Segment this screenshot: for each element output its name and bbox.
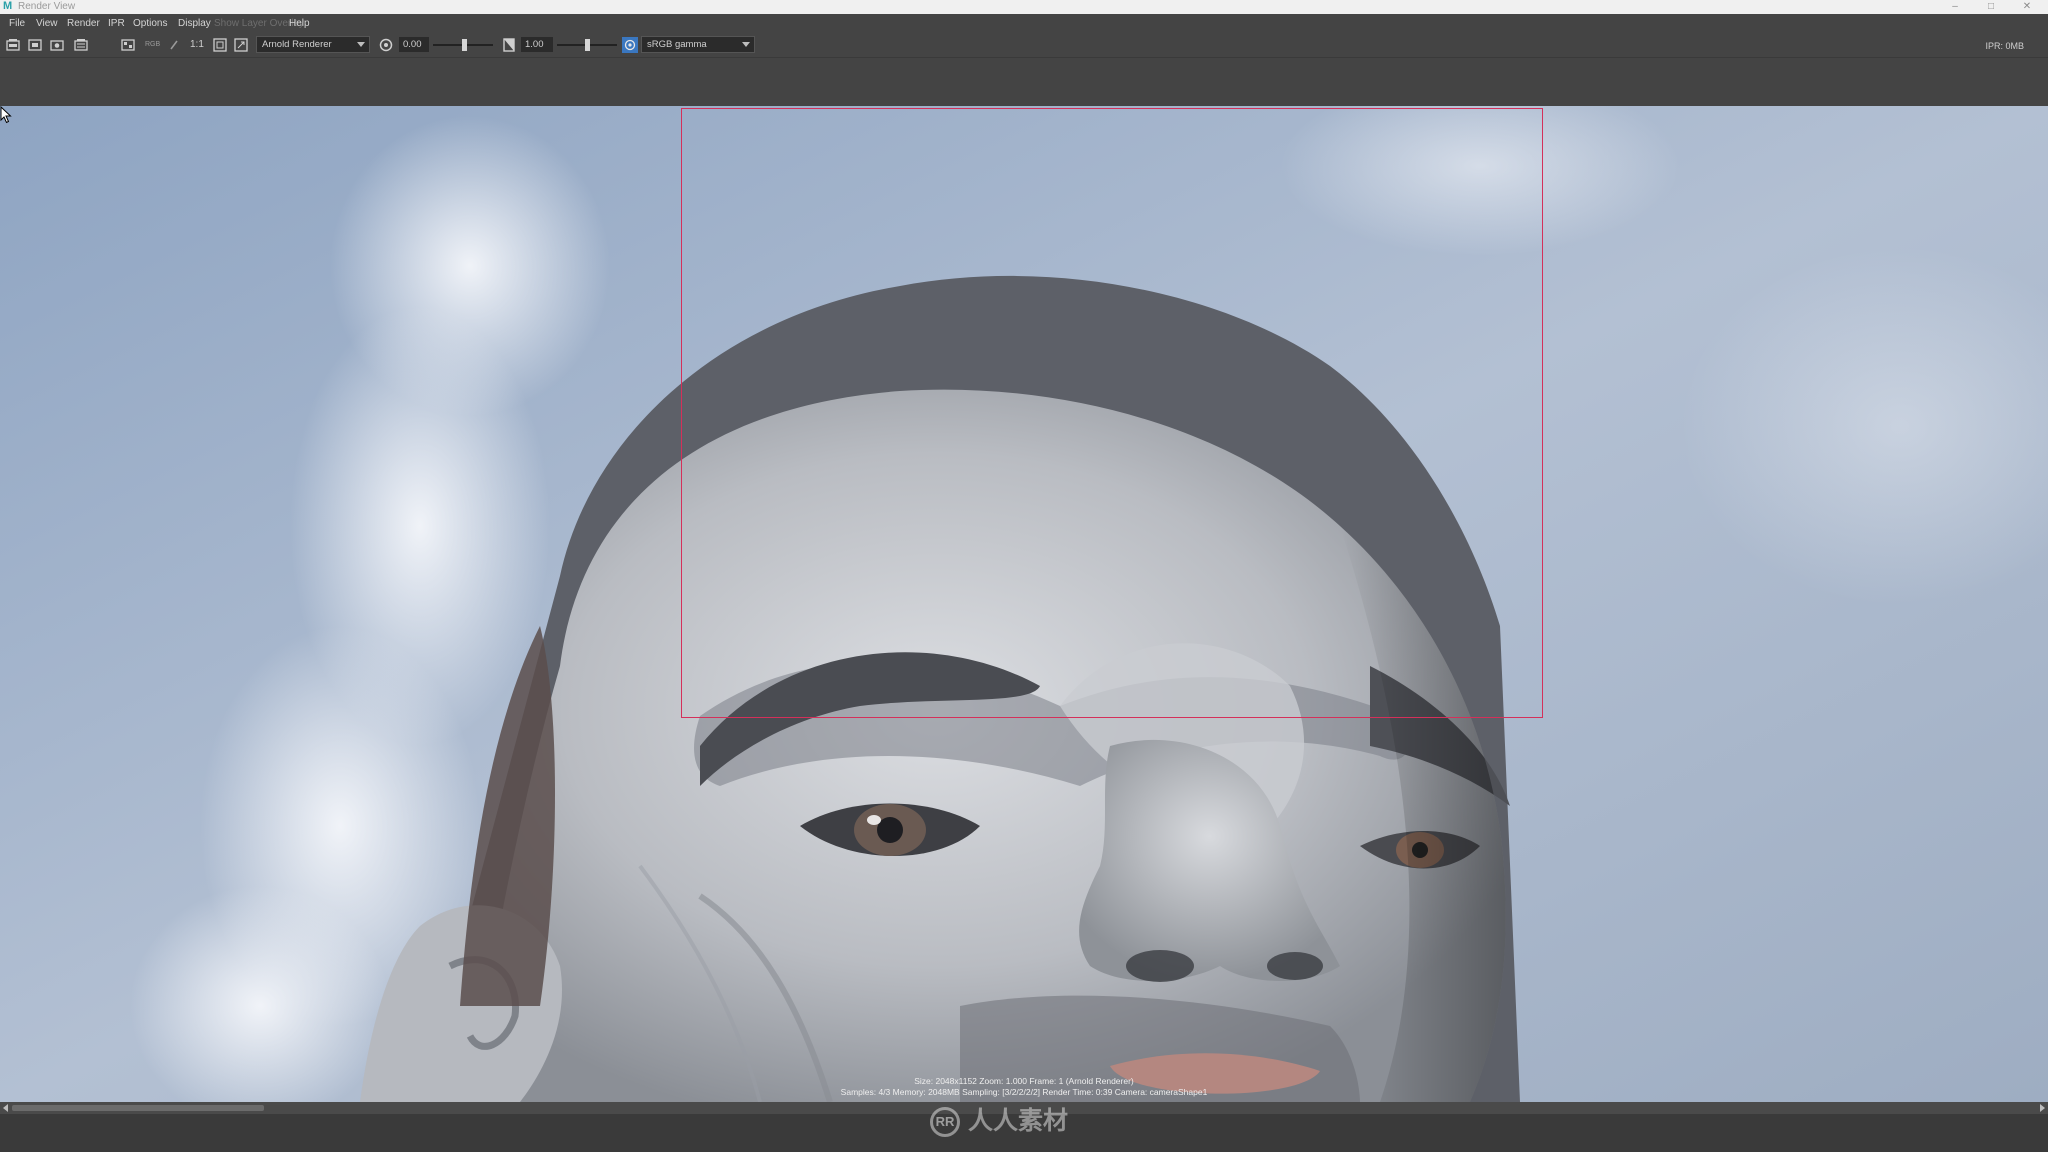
- renderer-label: Arnold Renderer: [262, 39, 332, 50]
- menu-help[interactable]: Help: [289, 17, 310, 30]
- minimize-button[interactable]: –: [1938, 0, 1972, 14]
- scroll-right-icon[interactable]: [2040, 1104, 2045, 1112]
- rgb-channels-icon[interactable]: RGB: [145, 38, 160, 52]
- menu-view[interactable]: View: [36, 17, 58, 30]
- refresh-icon[interactable]: [166, 37, 182, 53]
- render-region-icon[interactable]: [27, 37, 43, 53]
- menu-file[interactable]: File: [9, 17, 25, 30]
- color-management-icon[interactable]: [622, 37, 638, 53]
- watermark: RR 人人素材: [930, 1104, 1068, 1138]
- colorspace-label: sRGB gamma: [647, 39, 707, 50]
- render-stats-overlay: Size: 2048x1152 Zoom: 1.000 Frame: 1 (Ar…: [0, 1076, 2048, 1098]
- render-info-strip: [0, 57, 2048, 107]
- maximize-button[interactable]: □: [1974, 0, 2008, 14]
- exposure-slider-handle[interactable]: [462, 39, 467, 51]
- close-button[interactable]: ✕: [2010, 0, 2044, 14]
- maya-icon: M: [3, 0, 13, 12]
- render-toolbar: RGB 1:1 Arnold Renderer 0.00 1.00 sRGB g…: [0, 33, 2048, 57]
- display-channels-icon[interactable]: [120, 37, 136, 53]
- frame-image-icon[interactable]: [212, 37, 228, 53]
- menu-ipr[interactable]: IPR: [108, 17, 125, 30]
- scrollbar-thumb[interactable]: [12, 1105, 264, 1111]
- exposure-field[interactable]: 0.00: [399, 37, 429, 52]
- gamma-slider-handle[interactable]: [585, 39, 590, 51]
- menu-options[interactable]: Options: [133, 17, 167, 30]
- scroll-left-icon[interactable]: [3, 1104, 8, 1112]
- gamma-reset-icon[interactable]: [501, 37, 517, 53]
- gamma-field[interactable]: 1.00: [521, 37, 553, 52]
- window-title: Render View: [18, 1, 76, 12]
- mouse-cursor-icon: [0, 106, 12, 124]
- render-stats-line-2: Samples: 4/3 Memory: 2048MB Sampling: [3…: [840, 1087, 1208, 1097]
- menu-render[interactable]: Render: [67, 17, 100, 30]
- menu-bar: File View Render IPR Options Display Sho…: [0, 14, 2048, 33]
- ipr-memory-readout: IPR: 0MB: [1985, 41, 2024, 51]
- render-region-box[interactable]: [681, 108, 1543, 718]
- render-stats-line-1: Size: 2048x1152 Zoom: 1.000 Frame: 1 (Ar…: [914, 1076, 1134, 1086]
- render-viewport[interactable]: Size: 2048x1152 Zoom: 1.000 Frame: 1 (Ar…: [0, 106, 2048, 1102]
- colorspace-dropdown[interactable]: sRGB gamma: [641, 36, 755, 53]
- real-size-button[interactable]: 1:1: [190, 38, 204, 52]
- menu-display[interactable]: Display: [178, 17, 211, 30]
- chevron-down-icon: [742, 42, 750, 47]
- watermark-text: 人人素材: [968, 1107, 1069, 1135]
- snapshot-icon[interactable]: [49, 37, 65, 53]
- renderer-dropdown[interactable]: Arnold Renderer: [256, 36, 370, 53]
- exposure-reset-icon[interactable]: [378, 37, 394, 53]
- frame-region-icon[interactable]: [233, 37, 249, 53]
- redo-render-icon[interactable]: [5, 37, 21, 53]
- title-bar: M Render View – □ ✕: [0, 0, 2048, 14]
- ipr-render-icon[interactable]: [73, 37, 89, 53]
- chevron-down-icon: [357, 42, 365, 47]
- watermark-logo-icon: RR: [930, 1107, 960, 1138]
